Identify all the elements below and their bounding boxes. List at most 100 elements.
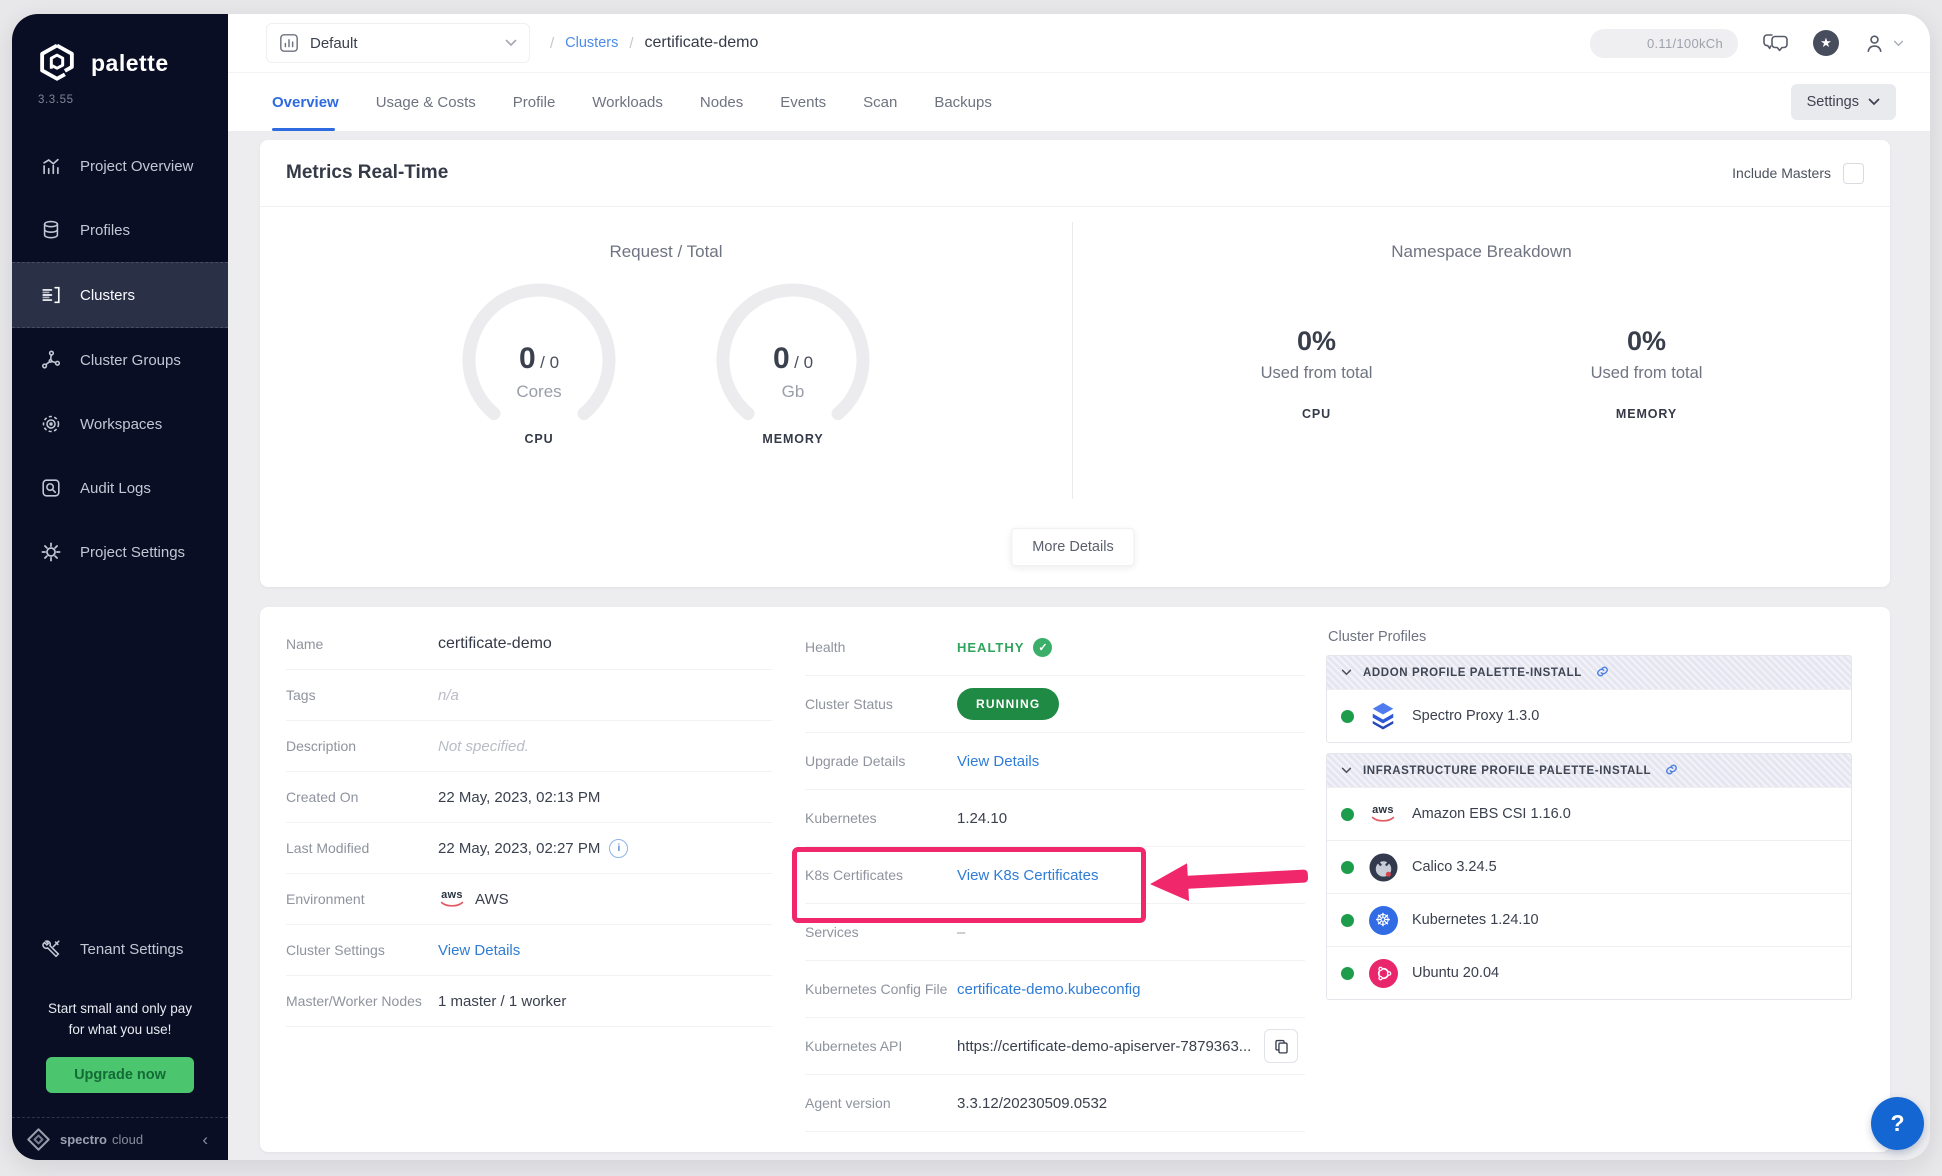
- detail-row-created-on: Created On 22 May, 2023, 02:13 PM: [286, 772, 772, 823]
- cluster-groups-icon: [40, 349, 62, 371]
- cpu-percent: 0%: [1232, 326, 1402, 357]
- row-label: Last Modified: [286, 840, 438, 856]
- row-label: Cluster Settings: [286, 942, 438, 958]
- upgrade-view-details-link[interactable]: View Details: [957, 753, 1039, 770]
- status-dot-green: [1341, 914, 1354, 927]
- more-details-button[interactable]: More Details: [1011, 528, 1134, 566]
- star-badge-icon[interactable]: ★: [1813, 30, 1839, 56]
- sidebar-item-profiles[interactable]: Profiles: [12, 198, 228, 262]
- info-icon[interactable]: i: [609, 839, 628, 858]
- top-bar: Default / Clusters / certificate-demo 0.…: [228, 14, 1930, 73]
- kubeconfig-download-link[interactable]: certificate-demo.kubeconfig: [957, 981, 1140, 998]
- project-selector[interactable]: Default: [266, 23, 530, 63]
- infrastructure-profile-header[interactable]: INFRASTRUCTURE PROFILE PALETTE-INSTALL: [1327, 754, 1851, 787]
- top-bar-actions: 0.11/100kCh ★: [1590, 29, 1904, 58]
- sidebar: palette 3.3.55 Project Overview Profiles…: [12, 14, 228, 1160]
- row-label: K8s Certificates: [805, 867, 957, 883]
- cpu-gauge: 0 / 0 Cores CPU: [455, 280, 623, 446]
- tab-backups[interactable]: Backups: [934, 73, 992, 131]
- upgrade-now-button[interactable]: Upgrade now: [46, 1057, 194, 1093]
- tab-nodes[interactable]: Nodes: [700, 73, 743, 131]
- cluster-tabs-bar: Overview Usage & Costs Profile Workloads…: [228, 73, 1930, 131]
- row-label: Kubernetes Config File: [805, 981, 957, 997]
- view-k8s-certificates-link[interactable]: View K8s Certificates: [957, 867, 1098, 884]
- pack-name: Kubernetes 1.24.10: [1412, 912, 1539, 928]
- main-area: Default / Clusters / certificate-demo 0.…: [228, 14, 1930, 1160]
- cluster-details-card: Name certificate-demo Tags n/a Descripti…: [260, 607, 1890, 1152]
- tab-scan[interactable]: Scan: [863, 73, 897, 131]
- cluster-profiles-panel: Cluster Profiles ADDON PROFILE PALETTE-I…: [1326, 629, 1852, 1010]
- status-dot-green: [1341, 861, 1354, 874]
- detail-row-name: Name certificate-demo: [286, 619, 772, 670]
- sidebar-nav: Project Overview Profiles Clusters Clust…: [12, 134, 228, 584]
- link-icon[interactable]: [1595, 664, 1610, 682]
- memory-total-value: 0: [804, 353, 813, 372]
- row-label: Cluster Status: [805, 696, 957, 712]
- addon-profile-group: ADDON PROFILE PALETTE-INSTALL Spectro Pr…: [1326, 655, 1852, 743]
- breadcrumb-current-cluster: certificate-demo: [645, 34, 759, 52]
- sidebar-item-cluster-groups[interactable]: Cluster Groups: [12, 328, 228, 392]
- created-on-value: 22 May, 2023, 02:13 PM: [438, 789, 600, 806]
- infrastructure-profile-group: INFRASTRUCTURE PROFILE PALETTE-INSTALL a…: [1326, 753, 1852, 1000]
- help-button[interactable]: ?: [1871, 1097, 1924, 1150]
- pack-row-calico[interactable]: Calico 3.24.5: [1327, 840, 1851, 893]
- chevron-down-icon: [1341, 669, 1352, 676]
- detail-row-tags: Tags n/a: [286, 670, 772, 721]
- breadcrumb: / Clusters / certificate-demo: [550, 34, 758, 52]
- tab-usage-costs[interactable]: Usage & Costs: [376, 73, 476, 131]
- cluster-settings-view-details-link[interactable]: View Details: [438, 942, 520, 959]
- detail-row-environment: Environment aws AWS: [286, 874, 772, 925]
- brand-spectro: spectro: [60, 1132, 107, 1147]
- last-modified-text: 22 May, 2023, 02:27 PM: [438, 840, 600, 857]
- include-masters-checkbox[interactable]: [1843, 163, 1864, 184]
- promo-line2: for what you use!: [69, 1022, 172, 1037]
- pack-row-spectro-proxy[interactable]: Spectro Proxy 1.3.0: [1327, 689, 1851, 742]
- row-label: Kubernetes API: [805, 1038, 957, 1054]
- sidebar-item-project-overview[interactable]: Project Overview: [12, 134, 228, 198]
- sidebar-item-audit-logs[interactable]: Audit Logs: [12, 456, 228, 520]
- upgrade-promo: Start small and only pay for what you us…: [12, 999, 228, 1041]
- row-label: Kubernetes: [805, 810, 957, 826]
- sidebar-item-tenant-settings[interactable]: Tenant Settings: [12, 921, 228, 977]
- detail-row-kubernetes-api: Kubernetes API https://certificate-demo-…: [805, 1018, 1305, 1075]
- cpu-caption: Used from total: [1232, 364, 1402, 383]
- chat-icon[interactable]: [1762, 32, 1789, 55]
- link-icon[interactable]: [1664, 762, 1679, 780]
- tab-events[interactable]: Events: [780, 73, 826, 131]
- memory-gauge-unit: Gb: [709, 382, 877, 402]
- memory-gauge: 0 / 0 Gb MEMORY: [709, 280, 877, 446]
- namespace-stats: 0% Used from total CPU 0% Used from tota…: [1073, 326, 1890, 421]
- workspaces-icon: [40, 413, 62, 435]
- last-modified-value: 22 May, 2023, 02:27 PM i: [438, 839, 628, 858]
- pack-row-amazon-ebs-csi[interactable]: aws Amazon EBS CSI 1.16.0: [1327, 787, 1851, 840]
- tags-value: n/a: [438, 687, 459, 704]
- status-dot-green: [1341, 967, 1354, 980]
- pack-row-kubernetes[interactable]: ☸ Kubernetes 1.24.10: [1327, 893, 1851, 946]
- settings-button[interactable]: Settings: [1791, 84, 1896, 120]
- tab-workloads[interactable]: Workloads: [592, 73, 663, 131]
- pack-row-ubuntu[interactable]: Ubuntu 20.04: [1327, 946, 1851, 999]
- page-content: Metrics Real-Time Include Masters Reques…: [228, 130, 1930, 1160]
- copy-icon[interactable]: [1264, 1029, 1298, 1063]
- sidebar-item-project-settings[interactable]: Project Settings: [12, 520, 228, 584]
- breadcrumb-clusters-link[interactable]: Clusters: [565, 35, 618, 51]
- detail-row-kubeconfig: Kubernetes Config File certificate-demo.…: [805, 961, 1305, 1018]
- sidebar-item-workspaces[interactable]: Workspaces: [12, 392, 228, 456]
- sidebar-item-clusters[interactable]: Clusters: [12, 262, 228, 328]
- tab-profile[interactable]: Profile: [513, 73, 556, 131]
- pack-name: Amazon EBS CSI 1.16.0: [1412, 806, 1571, 822]
- detail-row-kubernetes-version: Kubernetes 1.24.10: [805, 790, 1305, 847]
- aws-logo-icon: aws: [1368, 799, 1398, 829]
- kubernetes-api-value: https://certificate-demo-apiserver-78793…: [957, 1029, 1298, 1063]
- detail-row-last-modified: Last Modified 22 May, 2023, 02:27 PM i: [286, 823, 772, 874]
- project-chart-icon: [279, 33, 299, 53]
- row-label: Master/Worker Nodes: [286, 993, 438, 1009]
- user-menu[interactable]: [1863, 32, 1904, 55]
- addon-profile-header[interactable]: ADDON PROFILE PALETTE-INSTALL: [1327, 656, 1851, 689]
- brand-cloud: cloud: [112, 1132, 143, 1147]
- breadcrumb-separator: /: [629, 35, 633, 52]
- tools-icon: [40, 938, 62, 960]
- logo-wordmark: palette: [91, 50, 169, 77]
- sidebar-collapse-button[interactable]: ‹: [202, 1131, 208, 1148]
- tab-overview[interactable]: Overview: [272, 73, 339, 131]
